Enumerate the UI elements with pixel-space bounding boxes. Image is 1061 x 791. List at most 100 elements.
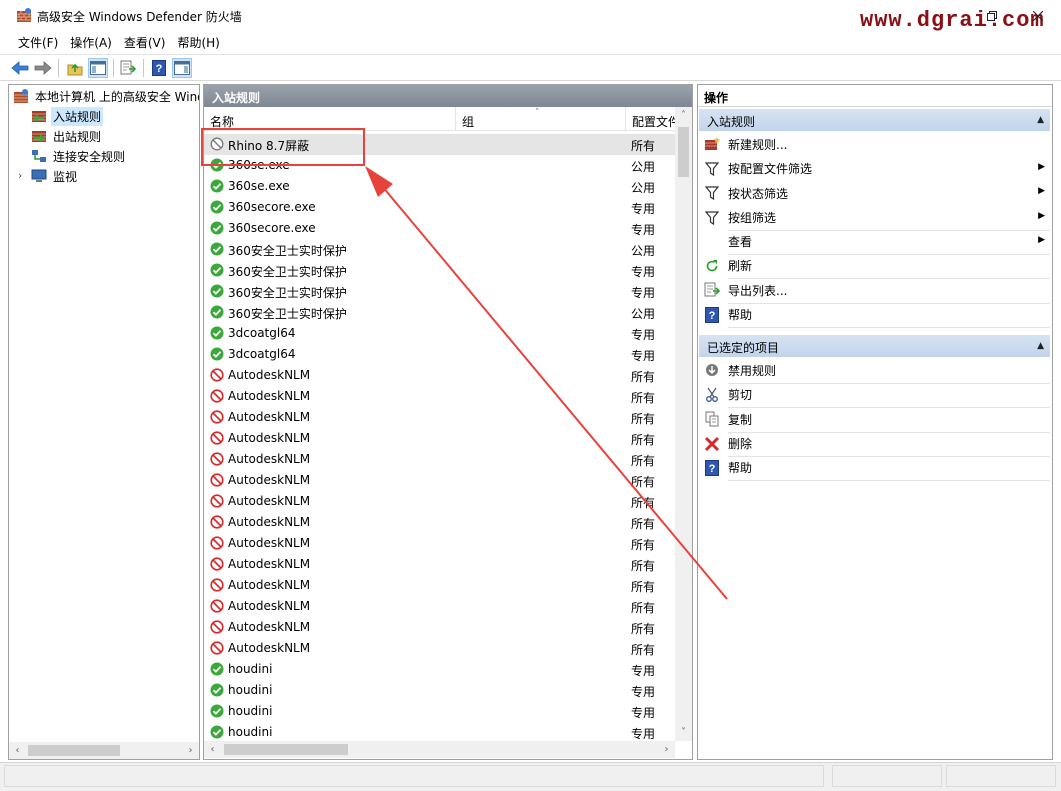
- scroll-right-icon[interactable]: ›: [658, 741, 675, 758]
- action-item[interactable]: 刷新: [704, 255, 1049, 277]
- restore-button[interactable]: [969, 0, 1015, 31]
- column-header-name[interactable]: 名称: [204, 107, 456, 131]
- svg-text:?: ?: [709, 463, 716, 475]
- table-row[interactable]: AutodeskNLM 所有: [204, 617, 676, 638]
- disabled-rule-icon: [210, 137, 224, 151]
- table-row[interactable]: Rhino 8.7屏蔽 所有: [204, 134, 676, 155]
- action-label: 按状态筛选: [728, 186, 789, 201]
- rule-name: 360se.exe: [228, 179, 290, 193]
- action-item[interactable]: 新建规则...: [704, 133, 1049, 155]
- table-row[interactable]: AutodeskNLM 所有: [204, 554, 676, 575]
- table-row[interactable]: 360安全卫士实时保护 公用: [204, 239, 676, 260]
- table-row[interactable]: houdini 专用: [204, 722, 676, 743]
- disable-rule-icon: [704, 362, 720, 378]
- block-rule-icon: [210, 599, 224, 613]
- table-row[interactable]: AutodeskNLM 所有: [204, 365, 676, 386]
- table-row[interactable]: 360secore.exe 专用: [204, 197, 676, 218]
- show-hide-tree-button[interactable]: [88, 58, 108, 78]
- table-row[interactable]: AutodeskNLM 所有: [204, 470, 676, 491]
- delete-icon: [704, 436, 720, 452]
- list-horizontal-scrollbar[interactable]: ‹ ›: [204, 741, 675, 758]
- action-item[interactable]: 删除: [704, 433, 1049, 455]
- menu-help[interactable]: 帮助(H): [171, 31, 225, 53]
- scroll-down-icon[interactable]: ˅: [675, 724, 692, 741]
- scrollbar-thumb[interactable]: [678, 127, 689, 177]
- rule-profile: 所有: [631, 496, 656, 510]
- tree-item-inbound-rules[interactable]: 入站规则: [31, 106, 104, 126]
- block-rule-icon: [210, 410, 224, 424]
- collapse-icon[interactable]: ▲: [1037, 115, 1044, 125]
- forward-button[interactable]: [33, 58, 53, 78]
- action-label: 删除: [728, 437, 753, 451]
- table-row[interactable]: 360se.exe 公用: [204, 155, 676, 176]
- scrollbar-thumb[interactable]: [224, 744, 348, 755]
- scroll-up-icon[interactable]: ˄: [675, 107, 692, 124]
- scroll-right-icon[interactable]: ›: [182, 742, 199, 759]
- table-row[interactable]: AutodeskNLM 所有: [204, 512, 676, 533]
- allow-rule-icon: [210, 704, 224, 718]
- table-row[interactable]: AutodeskNLM 所有: [204, 575, 676, 596]
- table-row[interactable]: AutodeskNLM 所有: [204, 491, 676, 512]
- back-button[interactable]: [10, 58, 30, 78]
- action-item[interactable]: 导出列表...: [704, 279, 1049, 301]
- actions-section-selected-items[interactable]: 已选定的项目 ▲: [699, 335, 1050, 357]
- tree-item-outbound-rules[interactable]: 出站规则: [31, 126, 103, 146]
- action-item[interactable]: 复制: [704, 408, 1049, 430]
- tree-item-label: 监视: [53, 169, 78, 184]
- action-item[interactable]: ? 帮助: [704, 304, 1049, 326]
- help-button[interactable]: ?: [149, 58, 169, 78]
- expand-arrow-icon[interactable]: ›: [18, 169, 22, 182]
- tree-root[interactable]: 本地计算机 上的高级安全 Wind: [13, 86, 199, 106]
- up-level-button[interactable]: [65, 58, 85, 78]
- action-label: 刷新: [728, 259, 753, 273]
- table-row[interactable]: AutodeskNLM 所有: [204, 386, 676, 407]
- action-item[interactable]: 按状态筛选 ▶: [704, 182, 1049, 204]
- table-row[interactable]: 360secore.exe 专用: [204, 218, 676, 239]
- table-row[interactable]: 3dcoatgl64 专用: [204, 323, 676, 344]
- table-row[interactable]: AutodeskNLM 所有: [204, 533, 676, 554]
- table-row[interactable]: 360安全卫士实时保护 专用: [204, 281, 676, 302]
- rule-profile: 专用: [631, 328, 656, 342]
- table-row[interactable]: AutodeskNLM 所有: [204, 428, 676, 449]
- filter-icon: [704, 210, 720, 226]
- action-item[interactable]: 剪切: [704, 384, 1049, 406]
- export-list-button[interactable]: [118, 58, 138, 78]
- table-row[interactable]: AutodeskNLM 所有: [204, 638, 676, 659]
- table-row[interactable]: AutodeskNLM 所有: [204, 449, 676, 470]
- close-button[interactable]: [1015, 0, 1061, 31]
- blank-icon: [704, 234, 720, 250]
- scrollbar-thumb[interactable]: [28, 745, 120, 756]
- tree-horizontal-scrollbar[interactable]: ‹ ›: [9, 742, 199, 759]
- scroll-left-icon[interactable]: ‹: [9, 742, 26, 759]
- action-item[interactable]: 禁用规则: [704, 359, 1049, 381]
- scroll-left-icon[interactable]: ‹: [204, 741, 221, 758]
- collapse-icon[interactable]: ▲: [1037, 341, 1044, 351]
- action-item[interactable]: 按配置文件筛选 ▶: [704, 158, 1049, 180]
- column-header-group[interactable]: 组: [456, 107, 626, 131]
- menu-bar: 文件(F) 操作(A) 查看(V) 帮助(H): [0, 31, 1061, 53]
- action-item[interactable]: 按组筛选 ▶: [704, 207, 1049, 229]
- rule-name: AutodeskNLM: [228, 515, 311, 529]
- show-hide-action-pane-button[interactable]: [172, 58, 192, 78]
- monitor-icon: [31, 169, 47, 182]
- table-row[interactable]: houdini 专用: [204, 680, 676, 701]
- table-row[interactable]: houdini 专用: [204, 659, 676, 680]
- table-row[interactable]: houdini 专用: [204, 701, 676, 722]
- menu-file[interactable]: 文件(F): [12, 31, 64, 53]
- tree-item-connection-security[interactable]: 连接安全规则: [31, 146, 127, 166]
- submenu-arrow-icon: ▶: [1038, 161, 1045, 172]
- menu-action[interactable]: 操作(A): [64, 31, 118, 53]
- table-row[interactable]: 360se.exe 公用: [204, 176, 676, 197]
- table-row[interactable]: 360安全卫士实时保护 公用: [204, 302, 676, 323]
- menu-view[interactable]: 查看(V): [118, 31, 172, 53]
- rule-profile: 所有: [631, 412, 656, 426]
- table-row[interactable]: 360安全卫士实时保护 专用: [204, 260, 676, 281]
- actions-section-inbound[interactable]: 入站规则 ▲: [699, 109, 1050, 131]
- table-row[interactable]: 3dcoatgl64 专用: [204, 344, 676, 365]
- action-item[interactable]: 查看 ▶: [704, 231, 1049, 253]
- tree-item-monitor[interactable]: 监视: [31, 166, 79, 186]
- table-row[interactable]: AutodeskNLM 所有: [204, 407, 676, 428]
- table-row[interactable]: AutodeskNLM 所有: [204, 596, 676, 617]
- action-item[interactable]: ? 帮助: [704, 457, 1049, 479]
- list-vertical-scrollbar[interactable]: ˄ ˅: [675, 107, 692, 741]
